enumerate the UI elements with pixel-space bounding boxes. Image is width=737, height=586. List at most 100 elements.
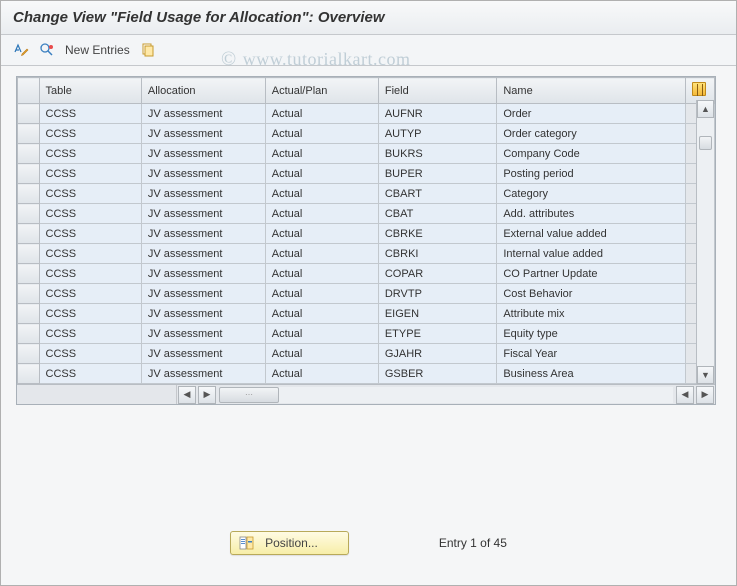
table-row[interactable]: CCSSJV assessmentActualBUPERPosting peri… (18, 164, 715, 184)
col-header-allocation[interactable]: Allocation (141, 78, 265, 104)
row-selector[interactable] (18, 224, 40, 244)
cell-name[interactable]: CO Partner Update (497, 264, 686, 284)
cell-field[interactable]: AUTYP (378, 124, 497, 144)
cell-table[interactable]: CCSS (39, 104, 141, 124)
table-row[interactable]: CCSSJV assessmentActualCBARTCategory (18, 184, 715, 204)
cell-actual-plan[interactable]: Actual (265, 224, 378, 244)
cell-allocation[interactable]: JV assessment (141, 324, 265, 344)
cell-field[interactable]: DRVTP (378, 284, 497, 304)
table-row[interactable]: CCSSJV assessmentActualDRVTPCost Behavio… (18, 284, 715, 304)
table-row[interactable]: CCSSJV assessmentActualCBATAdd. attribut… (18, 204, 715, 224)
cell-name[interactable]: Posting period (497, 164, 686, 184)
row-selector[interactable] (18, 104, 40, 124)
cell-field[interactable]: CBART (378, 184, 497, 204)
cell-name[interactable]: Fiscal Year (497, 344, 686, 364)
cell-field[interactable]: AUFNR (378, 104, 497, 124)
cell-table[interactable]: CCSS (39, 224, 141, 244)
row-selector[interactable] (18, 304, 40, 324)
vscroll-thumb[interactable] (699, 136, 712, 150)
cell-name[interactable]: Order (497, 104, 686, 124)
table-row[interactable]: CCSSJV assessmentActualGJAHRFiscal Year (18, 344, 715, 364)
position-button[interactable]: Position... (230, 531, 349, 555)
cell-table[interactable]: CCSS (39, 304, 141, 324)
select-all-button[interactable] (37, 40, 57, 60)
cell-table[interactable]: CCSS (39, 284, 141, 304)
scroll-right-end-button[interactable]: ▶ (696, 386, 714, 404)
cell-table[interactable]: CCSS (39, 144, 141, 164)
cell-actual-plan[interactable]: Actual (265, 124, 378, 144)
cell-table[interactable]: CCSS (39, 244, 141, 264)
row-selector[interactable] (18, 184, 40, 204)
copy-as-button[interactable] (138, 40, 158, 60)
row-selector[interactable] (18, 164, 40, 184)
cell-table[interactable]: CCSS (39, 204, 141, 224)
row-selector[interactable] (18, 144, 40, 164)
scroll-left-end-button[interactable]: ◀ (676, 386, 694, 404)
table-row[interactable]: CCSSJV assessmentActualGSBERBusiness Are… (18, 364, 715, 384)
cell-allocation[interactable]: JV assessment (141, 184, 265, 204)
cell-actual-plan[interactable]: Actual (265, 144, 378, 164)
cell-name[interactable]: Internal value added (497, 244, 686, 264)
cell-table[interactable]: CCSS (39, 364, 141, 384)
cell-table[interactable]: CCSS (39, 184, 141, 204)
cell-allocation[interactable]: JV assessment (141, 104, 265, 124)
scroll-right-button[interactable]: ▶ (198, 386, 216, 404)
cell-table[interactable]: CCSS (39, 264, 141, 284)
cell-allocation[interactable]: JV assessment (141, 164, 265, 184)
select-all-header[interactable] (18, 78, 40, 104)
cell-allocation[interactable]: JV assessment (141, 224, 265, 244)
cell-actual-plan[interactable]: Actual (265, 264, 378, 284)
table-row[interactable]: CCSSJV assessmentActualCOPARCO Partner U… (18, 264, 715, 284)
cell-field[interactable]: CBAT (378, 204, 497, 224)
cell-actual-plan[interactable]: Actual (265, 204, 378, 224)
cell-allocation[interactable]: JV assessment (141, 344, 265, 364)
row-selector[interactable] (18, 204, 40, 224)
table-row[interactable]: CCSSJV assessmentActualCBRKIInternal val… (18, 244, 715, 264)
cell-field[interactable]: ETYPE (378, 324, 497, 344)
cell-name[interactable]: Category (497, 184, 686, 204)
cell-table[interactable]: CCSS (39, 324, 141, 344)
vscroll-track[interactable] (697, 118, 714, 366)
table-row[interactable]: CCSSJV assessmentActualEIGENAttribute mi… (18, 304, 715, 324)
cell-field[interactable]: COPAR (378, 264, 497, 284)
cell-field[interactable]: BUKRS (378, 144, 497, 164)
scroll-left-button[interactable]: ◀ (178, 386, 196, 404)
cell-field[interactable]: BUPER (378, 164, 497, 184)
cell-field[interactable]: EIGEN (378, 304, 497, 324)
cell-actual-plan[interactable]: Actual (265, 364, 378, 384)
cell-field[interactable]: CBRKE (378, 224, 497, 244)
col-header-table[interactable]: Table (39, 78, 141, 104)
cell-name[interactable]: External value added (497, 224, 686, 244)
cell-name[interactable]: Attribute mix (497, 304, 686, 324)
cell-allocation[interactable]: JV assessment (141, 124, 265, 144)
cell-actual-plan[interactable]: Actual (265, 324, 378, 344)
cell-allocation[interactable]: JV assessment (141, 284, 265, 304)
col-header-actualplan[interactable]: Actual/Plan (265, 78, 378, 104)
cell-actual-plan[interactable]: Actual (265, 104, 378, 124)
cell-allocation[interactable]: JV assessment (141, 364, 265, 384)
cell-allocation[interactable]: JV assessment (141, 144, 265, 164)
row-selector[interactable] (18, 124, 40, 144)
cell-allocation[interactable]: JV assessment (141, 304, 265, 324)
row-selector[interactable] (18, 344, 40, 364)
cell-actual-plan[interactable]: Actual (265, 304, 378, 324)
table-row[interactable]: CCSSJV assessmentActualETYPEEquity type (18, 324, 715, 344)
cell-name[interactable]: Order category (497, 124, 686, 144)
cell-allocation[interactable]: JV assessment (141, 204, 265, 224)
cell-table[interactable]: CCSS (39, 344, 141, 364)
cell-name[interactable]: Business Area (497, 364, 686, 384)
cell-actual-plan[interactable]: Actual (265, 344, 378, 364)
cell-name[interactable]: Add. attributes (497, 204, 686, 224)
cell-name[interactable]: Cost Behavior (497, 284, 686, 304)
cell-actual-plan[interactable]: Actual (265, 284, 378, 304)
row-selector[interactable] (18, 324, 40, 344)
scroll-up-button[interactable]: ▲ (697, 100, 714, 118)
vertical-scrollbar[interactable]: ▲ ▼ (696, 100, 714, 384)
table-row[interactable]: CCSSJV assessmentActualCBRKEExternal val… (18, 224, 715, 244)
cell-actual-plan[interactable]: Actual (265, 244, 378, 264)
hscroll-track[interactable]: ⋯ (219, 387, 673, 403)
cell-name[interactable]: Equity type (497, 324, 686, 344)
hscroll-thumb[interactable]: ⋯ (219, 387, 279, 403)
cell-actual-plan[interactable]: Actual (265, 164, 378, 184)
cell-allocation[interactable]: JV assessment (141, 244, 265, 264)
